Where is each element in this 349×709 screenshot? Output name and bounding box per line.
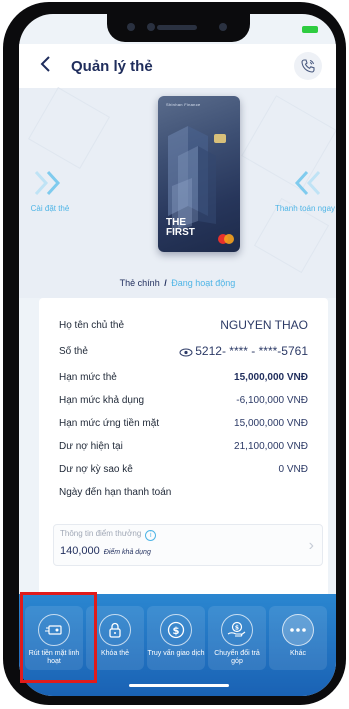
info-label: Hạn mức ứng tiền mặt <box>59 418 160 429</box>
info-row-credit-limit: Hạn mức thẻ 15,000,000 VNĐ <box>39 368 328 389</box>
call-support-button[interactable] <box>294 52 322 80</box>
eye-icon[interactable] <box>179 348 193 357</box>
double-chevron-left-icon <box>294 170 321 196</box>
info-row-cardholder: Họ tên chủ thẻ NGUYEN THAO <box>39 316 328 337</box>
page-title: Quản lý thẻ <box>71 58 153 75</box>
battery-icon <box>302 26 318 33</box>
highlight-box <box>20 592 97 683</box>
chevron-right-icon: › <box>308 537 314 554</box>
back-button[interactable] <box>39 54 63 78</box>
card-status-badge: Đang hoạt động <box>171 278 236 288</box>
info-label: Hạn mức thẻ <box>59 372 117 383</box>
credit-limit-value: 15,000,000 VNĐ <box>234 372 308 383</box>
card-chip <box>214 134 226 143</box>
svg-text:$: $ <box>235 625 239 632</box>
statement-balance-value: 0 VNĐ <box>278 464 308 475</box>
reward-points-label: Thông tin điểm thưởng i <box>60 529 157 541</box>
card-number: 5212- **** - ****-5761 <box>195 344 308 358</box>
card-settings-button[interactable]: Cài đặt thẻ <box>19 168 85 213</box>
reward-points-value: 140,000 Điểm khả dụng <box>60 545 151 557</box>
action-label: Khác <box>290 650 306 657</box>
installment-icon: $ <box>221 614 253 646</box>
speaker-grille <box>157 25 197 30</box>
info-row-due-date: Ngày đến hạn thanh toán <box>39 483 328 504</box>
reward-points-card[interactable]: Thông tin điểm thưởng i 140,000 Điểm khả d… <box>53 524 323 566</box>
info-label: Ngày đến hạn thanh toán <box>59 487 172 498</box>
chevron-left-icon <box>40 56 50 72</box>
phone-call-icon <box>301 59 315 73</box>
app-header: Quản lý thẻ <box>19 44 336 88</box>
cash-advance-limit-value: 15,000,000 VNĐ <box>234 418 308 429</box>
credit-card-image[interactable]: Shinhan Finance THE FIRST <box>158 96 240 252</box>
card-settings-label: Cài đặt thẻ <box>30 204 70 213</box>
action-label: Chuyển đổi trả góp <box>214 650 260 665</box>
more-options-button[interactable]: Khác <box>269 606 327 674</box>
front-camera-icon <box>219 23 227 31</box>
info-row-current-balance: Dư nợ hiện tại 21,100,000 VNĐ <box>39 437 328 458</box>
card-status-line: Thẻ chính / Đang hoạt động <box>119 278 236 288</box>
card-info-panel: Họ tên chủ thẻ NGUYEN THAO Số thẻ 5212- … <box>39 298 328 598</box>
info-row-cash-advance-limit: Hạn mức ứng tiền mặt 15,000,000 VNĐ <box>39 414 328 435</box>
info-icon[interactable]: i <box>145 530 157 541</box>
more-icon <box>282 614 314 646</box>
card-type: Thẻ chính <box>119 278 160 288</box>
sensor-icon <box>147 23 155 31</box>
pay-now-label: Thanh toán ngay <box>274 204 336 213</box>
svg-text:$: $ <box>173 626 180 637</box>
reward-points-unit: Điểm khả dụng <box>103 549 151 556</box>
transaction-inquiry-button[interactable]: $ Truy vấn giao dịch <box>147 606 205 674</box>
info-label: Dư nợ kỳ sao kê <box>59 464 133 475</box>
mastercard-logo-icon <box>218 234 234 244</box>
current-balance-value: 21,100,000 VNĐ <box>234 441 308 452</box>
card-number-value: 5212- **** - ****-5761 <box>179 344 308 358</box>
cardholder-name: NGUYEN THAO <box>220 318 308 332</box>
double-chevron-right-icon <box>34 170 61 196</box>
installment-conversion-button[interactable]: $ Chuyển đổi trả góp <box>208 606 266 674</box>
info-label: Họ tên chủ thẻ <box>59 320 125 331</box>
available-limit-value: -6,100,000 VNĐ <box>236 395 308 406</box>
lock-icon <box>99 614 131 646</box>
info-row-available-limit: Hạn mức khả dụng -6,100,000 VNĐ <box>39 391 328 412</box>
dollar-icon: $ <box>160 614 192 646</box>
background-pattern <box>28 87 110 169</box>
camera-icon <box>127 23 135 31</box>
info-row-statement-balance: Dư nợ kỳ sao kê 0 VNĐ <box>39 460 328 481</box>
card-carousel: Cài đặt thẻ Thanh toán ngay Shinhan Fina… <box>19 87 336 298</box>
card-name-line2: FIRST <box>166 227 195 238</box>
info-row-card-number: Số thẻ 5212- **** - ****-5761 <box>39 342 328 363</box>
home-indicator[interactable] <box>129 684 229 687</box>
info-label: Số thẻ <box>59 346 88 357</box>
action-label: Truy vấn giao dịch <box>147 650 205 657</box>
info-label: Hạn mức khả dụng <box>59 395 145 406</box>
device-notch <box>107 14 250 42</box>
pay-now-button[interactable]: Thanh toán ngay <box>270 168 336 213</box>
info-label: Dư nợ hiện tại <box>59 441 123 452</box>
